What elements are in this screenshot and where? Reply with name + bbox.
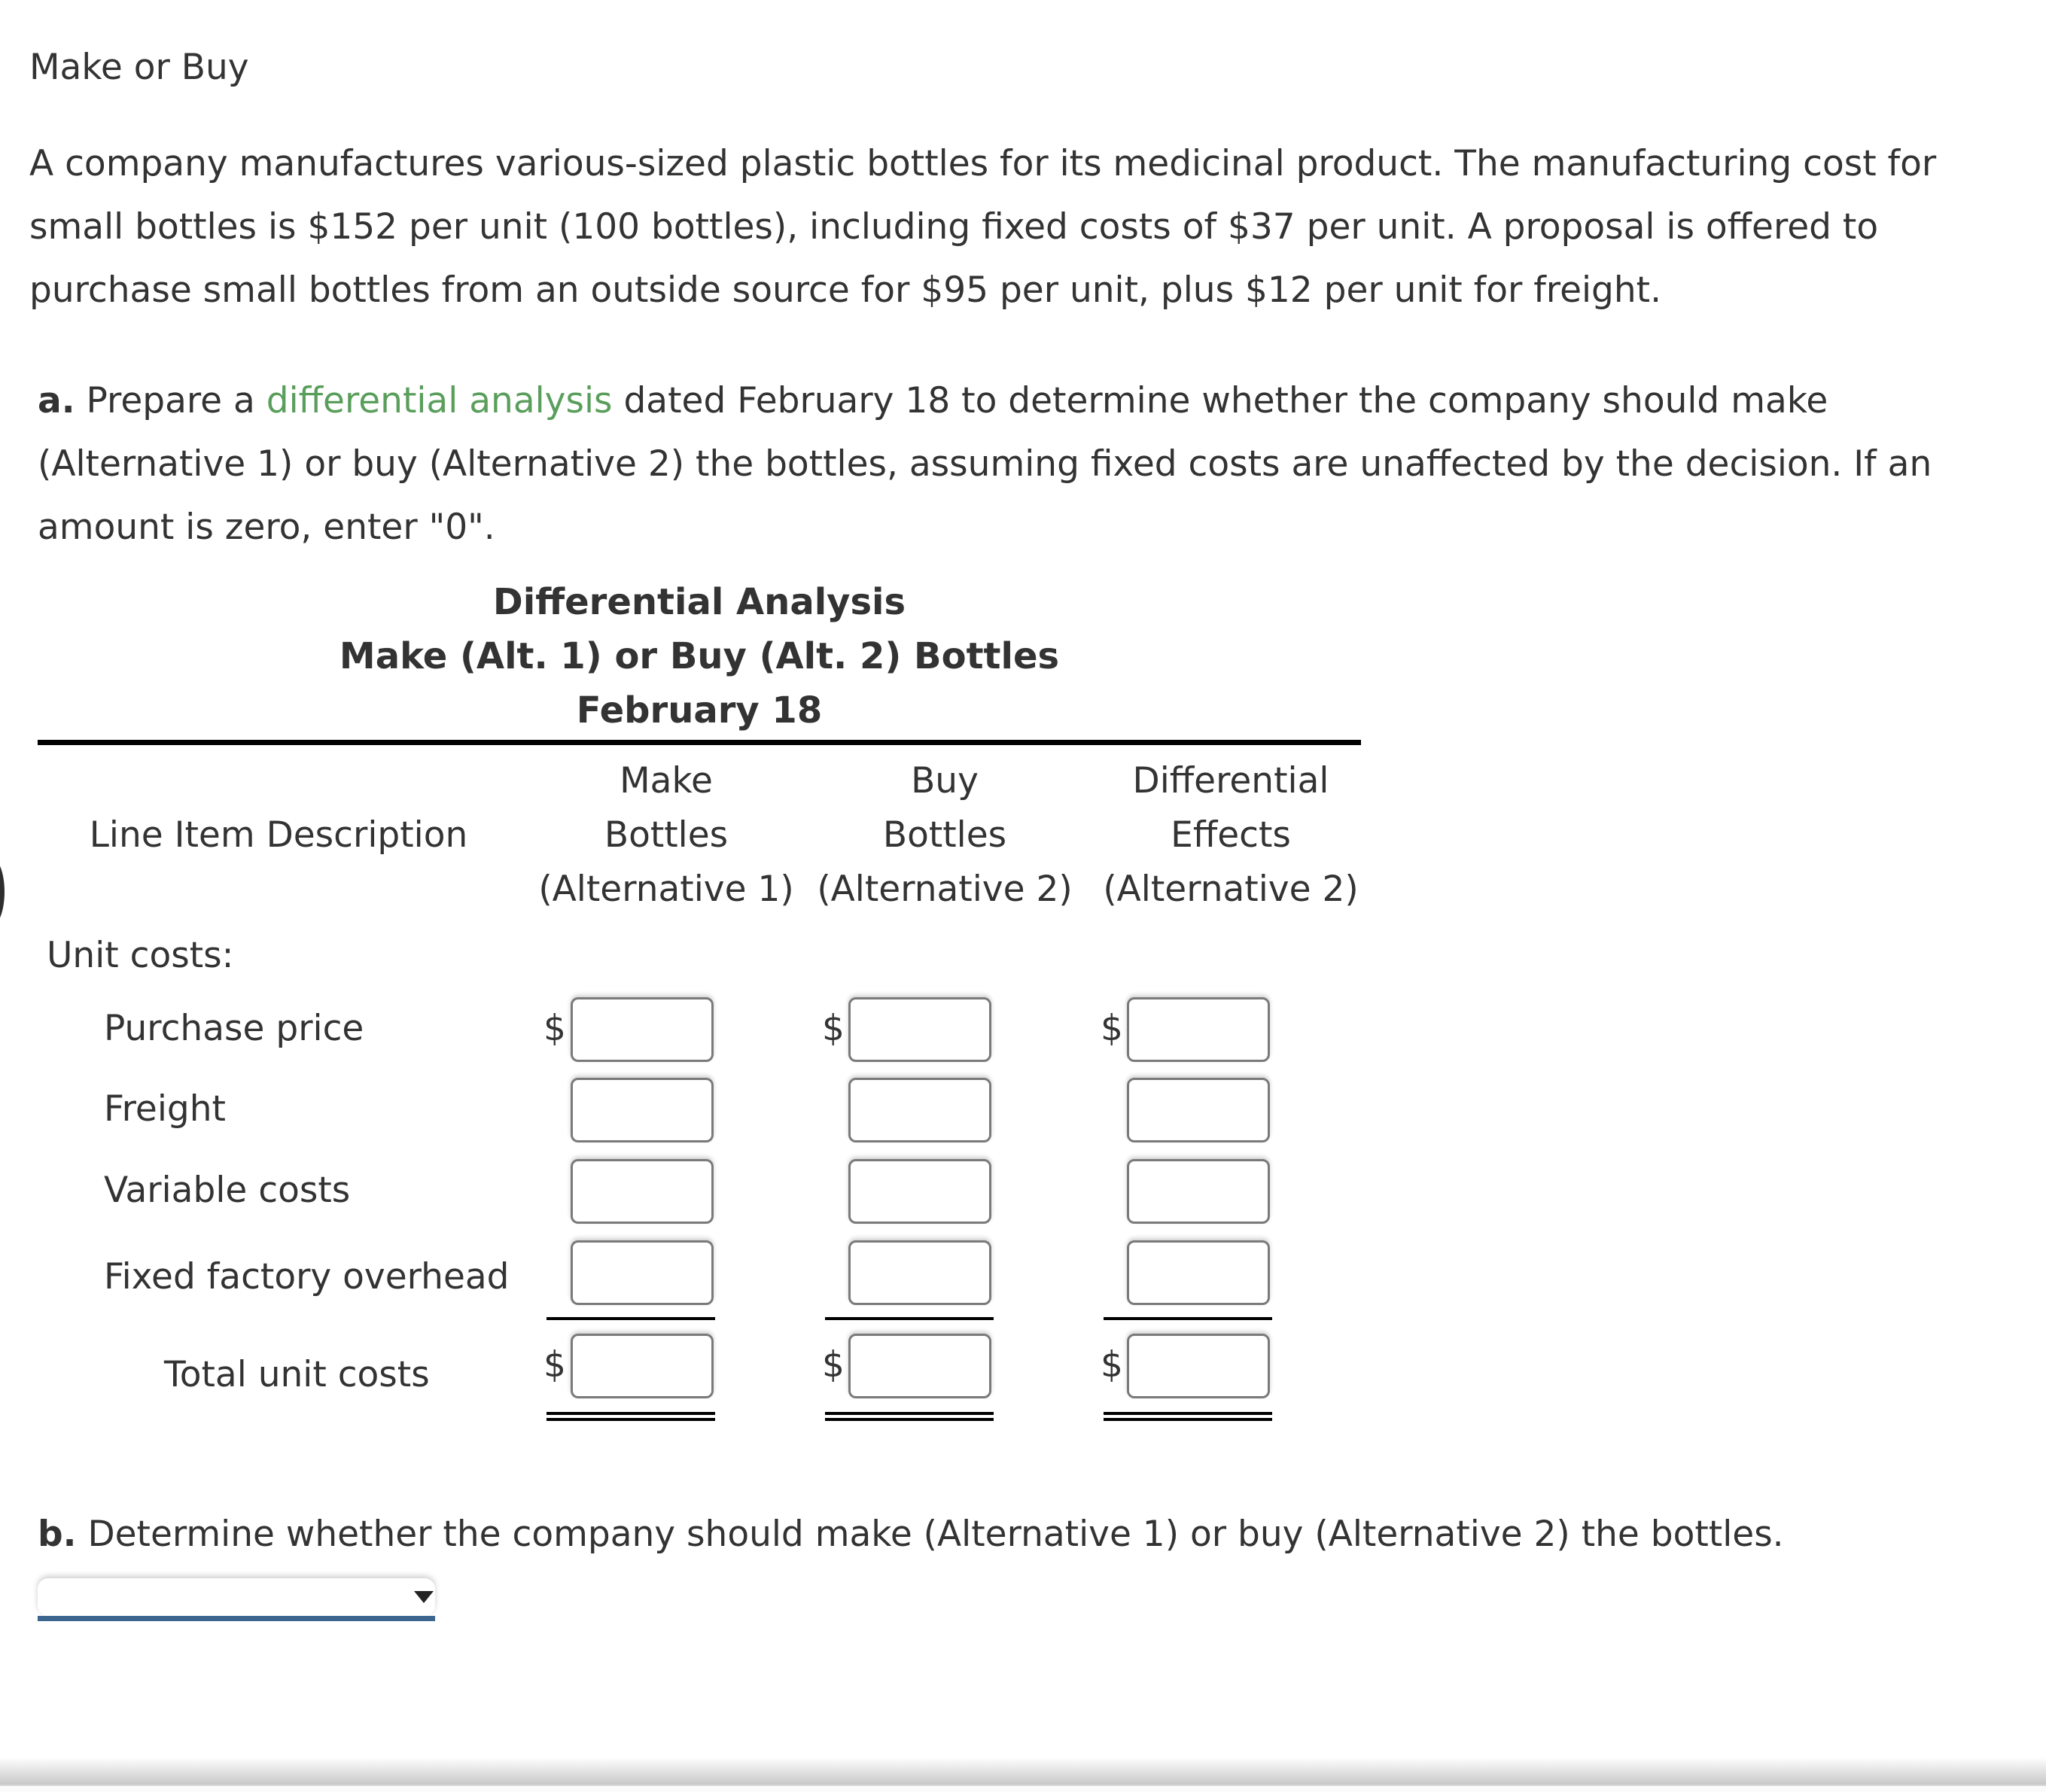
total-unit-costs-differential-input[interactable] xyxy=(1127,1334,1270,1398)
problem-statement: A company manufactures various-sized pla… xyxy=(29,143,1937,311)
purchase-price-differential-input[interactable] xyxy=(1127,997,1270,1062)
fixed-overhead-buy-input[interactable] xyxy=(848,1240,991,1305)
row-label-freight: Freight xyxy=(104,1088,226,1130)
variable-costs-differential-input[interactable] xyxy=(1127,1159,1270,1224)
column-header-differential-line: (Alternative 2) xyxy=(1103,869,1359,910)
dollar-sign: $ xyxy=(822,1008,845,1049)
header-divider xyxy=(38,740,1361,745)
column-header-make-line: (Alternative 1) xyxy=(538,869,794,910)
subtotal-rule xyxy=(1104,1317,1272,1320)
part-b-instructions: b. Determine whether the company should … xyxy=(38,1503,1784,1566)
column-header-differential-line: Effects xyxy=(1171,814,1291,856)
subtotal-rule xyxy=(825,1317,994,1320)
dollar-sign: $ xyxy=(543,1344,566,1386)
row-label-variable-costs: Variable costs xyxy=(104,1170,351,1211)
row-label-fixed-factory-overhead: Fixed factory overhead xyxy=(104,1256,510,1298)
part-a-text-before: Prepare a xyxy=(75,380,266,421)
column-header-make-line: Bottles xyxy=(604,814,729,856)
statement-subtitle: Make (Alt. 1) or Buy (Alt. 2) Bottles xyxy=(339,635,1060,677)
freight-buy-input[interactable] xyxy=(848,1078,991,1142)
total-unit-costs-make-input[interactable] xyxy=(571,1334,714,1398)
column-header-description: Line Item Description xyxy=(89,814,468,856)
part-b-label: b. xyxy=(38,1514,77,1555)
glossary-link-differential-analysis[interactable]: differential analysis xyxy=(266,380,613,421)
column-header-buy: Buy Bottles (Alternative 2) xyxy=(805,754,1084,917)
purchase-price-buy-input[interactable] xyxy=(848,997,991,1062)
total-double-rule xyxy=(825,1412,994,1421)
subtotal-rule xyxy=(547,1317,715,1320)
column-header-make: Make Bottles (Alternative 1) xyxy=(527,754,805,917)
fixed-overhead-differential-input[interactable] xyxy=(1127,1240,1270,1305)
dropdown-accent-underline xyxy=(38,1616,435,1621)
fixed-overhead-make-input[interactable] xyxy=(571,1240,714,1305)
dollar-sign: $ xyxy=(543,1008,566,1049)
statement-title: Differential Analysis xyxy=(492,581,906,623)
purchase-price-make-input[interactable] xyxy=(571,997,714,1062)
total-double-rule xyxy=(547,1412,715,1421)
total-unit-costs-buy-input[interactable] xyxy=(848,1334,991,1398)
column-header-differential: Differential Effects (Alternative 2) xyxy=(1084,754,1378,917)
part-a-label: a. xyxy=(38,380,75,421)
freight-differential-input[interactable] xyxy=(1127,1078,1270,1142)
column-header-differential-line: Differential xyxy=(1132,760,1329,802)
dollar-sign: $ xyxy=(1101,1344,1123,1386)
dollar-sign: $ xyxy=(822,1344,845,1386)
statement-date: February 18 xyxy=(576,689,823,732)
total-double-rule xyxy=(1104,1412,1272,1421)
part-b-text: Determine whether the company should mak… xyxy=(76,1514,1784,1555)
bottom-shadow xyxy=(0,1757,2046,1784)
unit-costs-section-label: Unit costs: xyxy=(47,935,234,976)
column-header-buy-line: Bottles xyxy=(882,814,1007,856)
column-header-buy-line: (Alternative 2) xyxy=(817,869,1073,910)
row-label-total-unit-costs: Total unit costs xyxy=(164,1354,430,1395)
decision-dropdown-container xyxy=(38,1578,435,1621)
dollar-sign: $ xyxy=(1101,1008,1123,1049)
variable-costs-buy-input[interactable] xyxy=(848,1159,991,1224)
variable-costs-make-input[interactable] xyxy=(571,1159,714,1224)
side-panel-handle[interactable] xyxy=(0,858,5,926)
part-a-instructions: a. Prepare a differential analysis dated… xyxy=(38,370,2040,559)
freight-make-input[interactable] xyxy=(571,1078,714,1142)
column-header-make-line: Make xyxy=(620,760,713,802)
row-label-purchase-price: Purchase price xyxy=(104,1008,364,1049)
bottom-edge xyxy=(0,1784,2046,1792)
section-title: Make or Buy xyxy=(29,47,249,88)
column-header-buy-line: Buy xyxy=(911,760,979,802)
decision-dropdown[interactable] xyxy=(38,1578,435,1616)
